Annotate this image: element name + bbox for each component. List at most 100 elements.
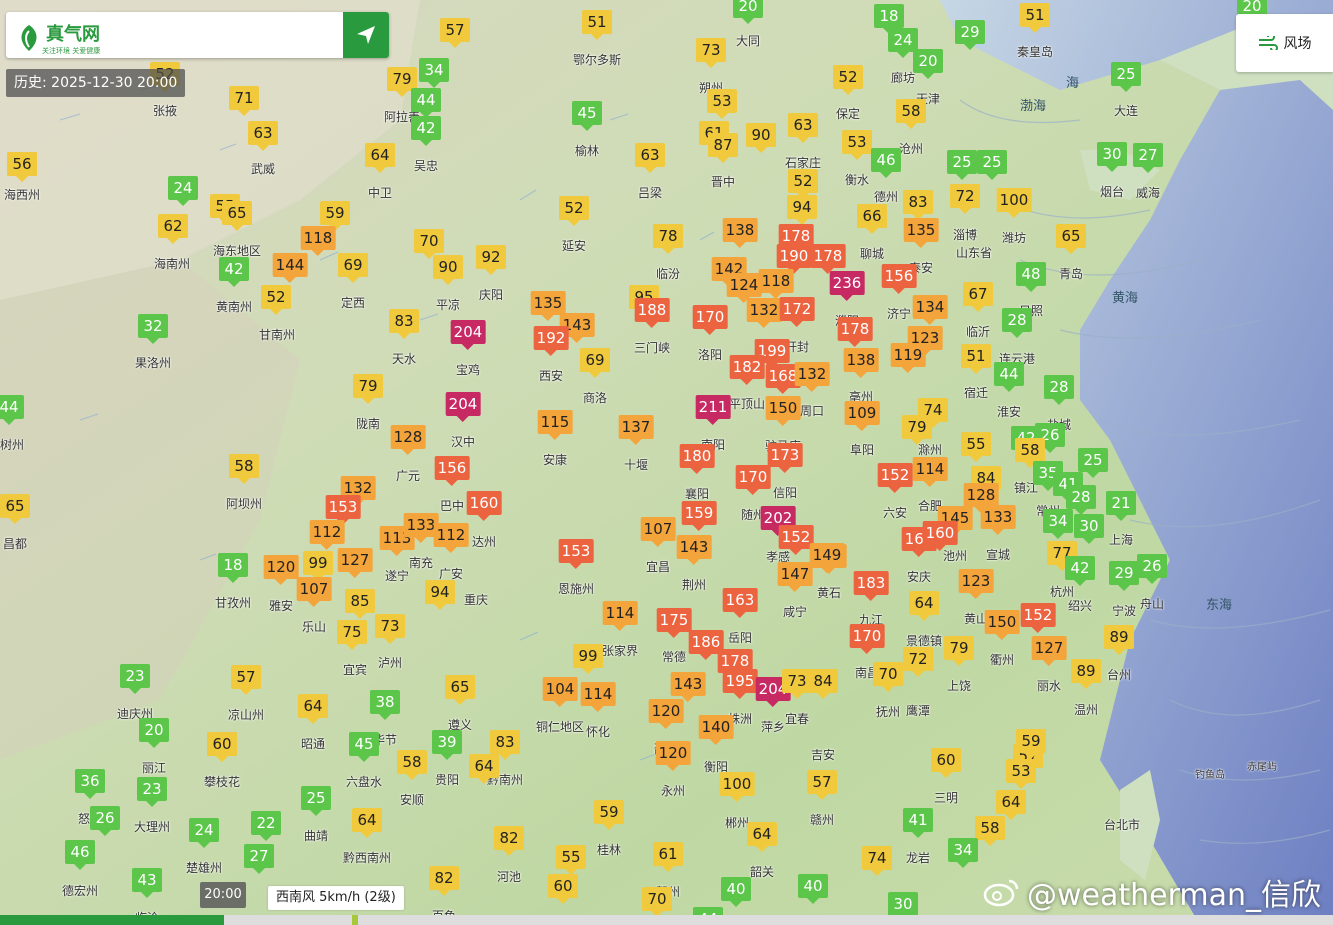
aqi-marker[interactable]: 133 xyxy=(980,505,1016,535)
aqi-marker[interactable]: 138 xyxy=(843,348,879,378)
aqi-marker[interactable]: 143 xyxy=(676,535,712,565)
aqi-marker[interactable]: 58 xyxy=(1015,438,1045,468)
aqi-marker[interactable]: 170 xyxy=(849,624,885,654)
aqi-marker[interactable]: 92 xyxy=(476,245,506,275)
map-canvas[interactable]: 海西州 张掖 武威 海东地区 海南州 黄南州 甘南州 果洛州 树州 阿拉善 中卫 吴忠 定西 平凉 庆阳 天水… xyxy=(0,0,1333,925)
aqi-marker[interactable]: 22 xyxy=(251,811,281,841)
aqi-marker[interactable]: 73 xyxy=(375,614,405,644)
aqi-marker[interactable]: 137 xyxy=(618,415,654,445)
aqi-marker[interactable]: 43 xyxy=(132,868,162,898)
aqi-marker[interactable]: 211 xyxy=(695,395,731,425)
aqi-marker[interactable]: 56 xyxy=(7,152,37,182)
aqi-marker[interactable]: 69 xyxy=(338,253,368,283)
aqi-marker[interactable]: 52 xyxy=(833,65,863,95)
aqi-marker[interactable]: 25 xyxy=(977,150,1007,180)
aqi-marker[interactable]: 153 xyxy=(325,495,361,525)
aqi-marker[interactable]: 69 xyxy=(580,348,610,378)
aqi-marker[interactable]: 156 xyxy=(881,264,917,294)
aqi-marker[interactable]: 53 xyxy=(707,89,737,119)
aqi-marker[interactable]: 64 xyxy=(365,143,395,173)
aqi-marker[interactable]: 57 xyxy=(231,665,261,695)
aqi-marker[interactable]: 175 xyxy=(656,608,692,638)
aqi-marker[interactable]: 147 xyxy=(777,562,813,592)
aqi-marker[interactable]: 75 xyxy=(337,620,367,650)
aqi-marker[interactable]: 159 xyxy=(681,501,717,531)
aqi-marker[interactable]: 204 xyxy=(445,392,481,422)
aqi-marker[interactable]: 61 xyxy=(653,842,683,872)
aqi-marker[interactable]: 65 xyxy=(445,675,475,705)
aqi-marker[interactable]: 58 xyxy=(397,750,427,780)
aqi-marker[interactable]: 72 xyxy=(950,184,980,214)
aqi-marker[interactable]: 60 xyxy=(548,874,578,904)
aqi-marker[interactable]: 58 xyxy=(896,99,926,129)
aqi-marker[interactable]: 29 xyxy=(955,20,985,50)
aqi-marker[interactable]: 42 xyxy=(411,116,441,146)
aqi-marker[interactable]: 84 xyxy=(808,669,838,699)
aqi-marker[interactable]: 120 xyxy=(648,699,684,729)
aqi-marker[interactable]: 57 xyxy=(440,18,470,48)
aqi-marker[interactable]: 78 xyxy=(653,224,683,254)
aqi-marker[interactable]: 20 xyxy=(913,49,943,79)
aqi-marker[interactable]: 64 xyxy=(747,822,777,852)
aqi-marker[interactable]: 67 xyxy=(963,282,993,312)
aqi-marker[interactable]: 124 xyxy=(726,273,762,303)
aqi-marker[interactable]: 163 xyxy=(722,588,758,618)
aqi-marker[interactable]: 170 xyxy=(735,465,771,495)
aqi-marker[interactable]: 28 xyxy=(1002,308,1032,338)
aqi-marker[interactable]: 51 xyxy=(1020,3,1050,33)
aqi-marker[interactable]: 34 xyxy=(419,58,449,88)
aqi-marker[interactable]: 51 xyxy=(582,10,612,40)
aqi-marker[interactable]: 183 xyxy=(853,571,889,601)
aqi-marker[interactable]: 173 xyxy=(767,443,803,473)
aqi-marker[interactable]: 115 xyxy=(537,410,573,440)
aqi-marker[interactable]: 127 xyxy=(337,548,373,578)
aqi-marker[interactable]: 123 xyxy=(958,569,994,599)
aqi-marker[interactable]: 27 xyxy=(1133,143,1163,173)
aqi-marker[interactable]: 114 xyxy=(580,682,616,712)
aqi-marker[interactable]: 30 xyxy=(1097,142,1127,172)
aqi-marker[interactable]: 44 xyxy=(994,362,1024,392)
aqi-marker[interactable]: 128 xyxy=(390,425,426,455)
aqi-marker[interactable]: 59 xyxy=(1016,729,1046,759)
aqi-marker[interactable]: 46 xyxy=(871,148,901,178)
aqi-marker[interactable]: 114 xyxy=(602,601,638,631)
timeline-handle[interactable] xyxy=(351,915,358,925)
aqi-marker[interactable]: 83 xyxy=(903,190,933,220)
aqi-marker[interactable]: 94 xyxy=(425,580,455,610)
aqi-marker[interactable]: 82 xyxy=(494,826,524,856)
aqi-marker[interactable]: 39 xyxy=(432,730,462,760)
aqi-marker[interactable]: 38 xyxy=(370,690,400,720)
aqi-marker[interactable]: 135 xyxy=(903,218,939,248)
aqi-marker[interactable]: 170 xyxy=(692,305,728,335)
aqi-marker[interactable]: 236 xyxy=(829,271,865,301)
aqi-marker[interactable]: 87 xyxy=(708,133,738,163)
aqi-marker[interactable]: 152 xyxy=(1020,603,1056,633)
aqi-marker[interactable]: 65 xyxy=(0,494,30,524)
aqi-marker[interactable]: 104 xyxy=(542,677,578,707)
aqi-marker[interactable]: 195 xyxy=(722,669,758,699)
aqi-marker[interactable]: 100 xyxy=(719,772,755,802)
aqi-marker[interactable]: 41 xyxy=(903,808,933,838)
aqi-marker[interactable]: 51 xyxy=(961,344,991,374)
aqi-marker[interactable]: 23 xyxy=(120,664,150,694)
aqi-marker[interactable]: 143 xyxy=(670,672,706,702)
aqi-marker[interactable]: 85 xyxy=(345,589,375,619)
aqi-marker[interactable]: 107 xyxy=(640,517,676,547)
aqi-marker[interactable]: 34 xyxy=(1043,509,1073,539)
aqi-marker[interactable]: 99 xyxy=(573,644,603,674)
wind-field-toggle[interactable]: 风场 xyxy=(1236,14,1333,72)
aqi-marker[interactable]: 30 xyxy=(888,892,918,922)
aqi-marker[interactable]: 21 xyxy=(1106,491,1136,521)
aqi-marker[interactable]: 99 xyxy=(303,551,333,581)
aqi-marker[interactable]: 55 xyxy=(556,845,586,875)
aqi-marker[interactable]: 138 xyxy=(722,218,758,248)
aqi-marker[interactable]: 119 xyxy=(890,343,926,373)
aqi-marker[interactable]: 26 xyxy=(90,806,120,836)
aqi-marker[interactable]: 109 xyxy=(844,401,880,431)
aqi-marker[interactable]: 128 xyxy=(963,483,999,513)
aqi-marker[interactable]: 72 xyxy=(903,647,933,677)
aqi-marker[interactable]: 62 xyxy=(158,214,188,244)
aqi-marker[interactable]: 52 xyxy=(788,169,818,199)
aqi-marker[interactable]: 45 xyxy=(572,101,602,131)
aqi-marker[interactable]: 100 xyxy=(996,188,1032,218)
